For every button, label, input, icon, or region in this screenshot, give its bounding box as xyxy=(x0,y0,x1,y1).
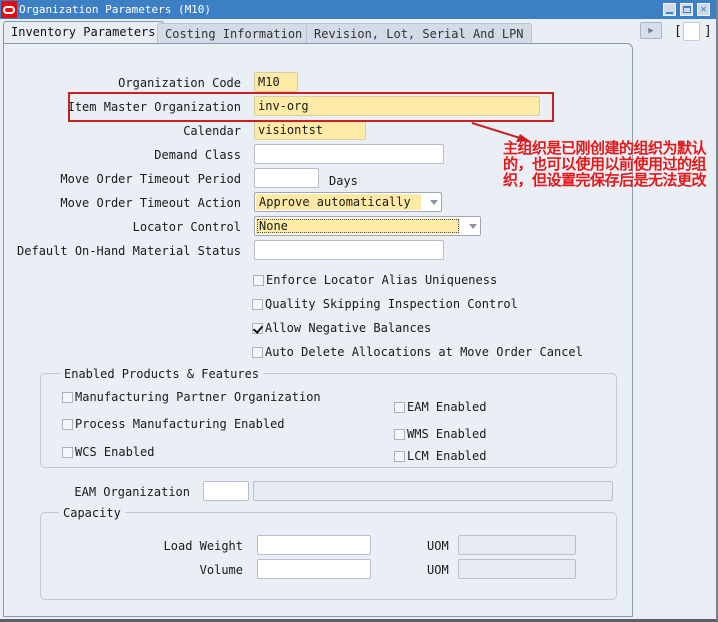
chevron-down-icon xyxy=(469,224,477,229)
load-weight-uom-label: UOM xyxy=(427,539,449,553)
checkbox-box[interactable] xyxy=(62,418,73,430)
locator-control-label: Locator Control xyxy=(132,220,241,234)
context-field[interactable] xyxy=(683,22,700,41)
move-order-timeout-action-select[interactable]: Approve automatically xyxy=(254,192,442,212)
manufacturing-partner-organization-checkbox[interactable]: Manufacturing Partner Organization xyxy=(62,390,321,404)
move-order-timeout-period-label: Move Order Timeout Period xyxy=(60,172,241,186)
calendar-label: Calendar xyxy=(183,124,241,138)
close-icon[interactable]: ✕ xyxy=(697,3,710,16)
wcs-enabled-checkbox[interactable]: WCS Enabled xyxy=(62,445,154,459)
process-manufacturing-enabled-checkbox[interactable]: Process Manufacturing Enabled xyxy=(62,417,285,431)
arrow-right-icon: ▶ xyxy=(648,25,654,36)
eam-organization-label: EAM Organization xyxy=(74,485,190,499)
bracket-left: [ xyxy=(674,24,682,39)
volume-uom-label: UOM xyxy=(427,563,449,577)
capacity-title: Capacity xyxy=(59,506,125,520)
tab-revision-lot-serial-lpn[interactable]: Revision, Lot, Serial And LPN xyxy=(306,23,532,43)
chevron-down-icon xyxy=(430,200,438,205)
checkbox-box[interactable] xyxy=(62,391,73,403)
checkbox-label: Allow Negative Balances xyxy=(265,321,432,335)
title-bar: Organization Parameters (M10) ✕ xyxy=(0,0,716,19)
checkbox-label: Manufacturing Partner Organization xyxy=(75,390,321,404)
organization-parameters-window: Organization Parameters (M10) ✕ Inventor… xyxy=(0,0,718,622)
default-onhand-material-status-label: Default On-Hand Material Status xyxy=(17,244,241,258)
lcm-enabled-checkbox[interactable]: LCM Enabled xyxy=(394,449,486,463)
right-margin xyxy=(634,43,716,617)
tab-scroll-right-button[interactable]: ▶ xyxy=(640,22,662,39)
quality-skipping-inspection-control-checkbox[interactable]: Quality Skipping Inspection Control xyxy=(252,297,518,311)
oracle-logo-icon xyxy=(1,1,17,18)
demand-class-field[interactable] xyxy=(254,144,444,164)
checkbox-box[interactable] xyxy=(62,446,73,458)
tab-bar: Inventory Parameters Costing Information… xyxy=(0,20,716,44)
demand-class-label: Demand Class xyxy=(154,148,241,162)
days-unit-label: Days xyxy=(329,174,358,188)
enabled-products-title: Enabled Products & Features xyxy=(60,367,264,381)
checkbox-box[interactable] xyxy=(252,346,263,358)
allow-negative-balances-checkbox[interactable]: Allow Negative Balances xyxy=(252,321,431,335)
minimize-icon[interactable] xyxy=(663,3,676,16)
volume-uom-field xyxy=(458,559,576,579)
checkbox-label: Enforce Locator Alias Uniqueness xyxy=(266,273,498,287)
volume-label: Volume xyxy=(199,563,243,577)
locator-control-value: None xyxy=(256,218,460,234)
load-weight-label: Load Weight xyxy=(163,539,243,553)
checkbox-label: WMS Enabled xyxy=(407,427,487,441)
checkbox-label: Auto Delete Allocations at Move Order Ca… xyxy=(265,345,583,359)
calendar-field[interactable]: visiontst xyxy=(254,120,366,140)
annotation-note: 主组织是已刚创建的组织为默认的，也可以使用以前使用过的组织，但设置完保存后是无法… xyxy=(503,139,707,189)
auto-delete-allocations-checkbox[interactable]: Auto Delete Allocations at Move Order Ca… xyxy=(252,345,583,359)
tab-inventory-parameters[interactable]: Inventory Parameters xyxy=(3,21,164,44)
volume-field[interactable] xyxy=(257,559,371,579)
default-onhand-material-status-field[interactable] xyxy=(254,240,444,260)
bracket-right: ] xyxy=(704,24,712,39)
capacity-group xyxy=(40,512,617,600)
load-weight-uom-field xyxy=(458,535,576,555)
move-order-timeout-action-label: Move Order Timeout Action xyxy=(60,196,241,210)
checkbox-box[interactable] xyxy=(394,428,405,440)
organization-code-label: Organization Code xyxy=(118,76,241,90)
highlight-box xyxy=(68,92,554,122)
checkbox-label: LCM Enabled xyxy=(407,449,487,463)
eam-enabled-checkbox[interactable]: EAM Enabled xyxy=(394,400,486,414)
checkbox-box[interactable] xyxy=(394,401,405,413)
checkbox-box[interactable] xyxy=(253,274,264,286)
checkbox-box[interactable] xyxy=(252,298,263,310)
eam-organization-name-field xyxy=(253,481,613,501)
checkbox-box[interactable] xyxy=(394,450,405,462)
eam-organization-code-field[interactable] xyxy=(203,481,249,501)
enforce-locator-alias-uniqueness-checkbox[interactable]: Enforce Locator Alias Uniqueness xyxy=(253,273,497,287)
checkbox-label: WCS Enabled xyxy=(75,445,155,459)
locator-control-select[interactable]: None xyxy=(254,216,481,236)
move-order-timeout-action-value: Approve automatically xyxy=(256,194,421,210)
organization-code-field[interactable]: M10 xyxy=(254,72,298,92)
tab-costing-information[interactable]: Costing Information xyxy=(157,23,311,43)
window-title: Organization Parameters (M10) xyxy=(19,3,212,16)
checkbox-label: Quality Skipping Inspection Control xyxy=(265,297,518,311)
move-order-timeout-period-field[interactable] xyxy=(254,168,319,188)
load-weight-field[interactable] xyxy=(257,535,371,555)
checkbox-label: EAM Enabled xyxy=(407,400,487,414)
checkbox-box[interactable] xyxy=(252,322,263,334)
wms-enabled-checkbox[interactable]: WMS Enabled xyxy=(394,427,486,441)
checkbox-label: Process Manufacturing Enabled xyxy=(75,417,285,431)
maximize-icon[interactable] xyxy=(680,3,693,16)
